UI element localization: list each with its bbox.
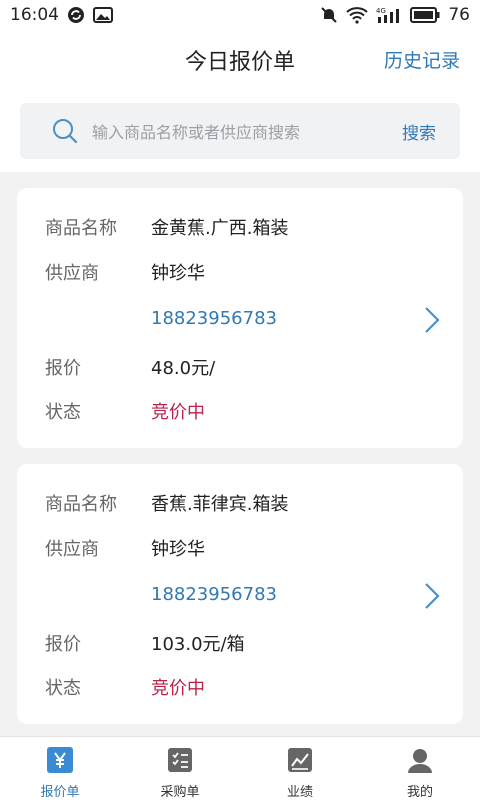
image-icon [93, 7, 113, 23]
phone-link[interactable]: 18823956783 [151, 584, 277, 605]
status-time: 16:04 [10, 5, 59, 25]
product-name: 金黄蕉.广西.箱装 [151, 218, 289, 239]
status-label: 状态 [45, 678, 81, 699]
chart-icon [285, 745, 315, 775]
search-section: 输入商品名称或者供应商搜索 搜索 [0, 90, 480, 172]
price-value: 48.0元/ [151, 358, 216, 379]
phone-link[interactable]: 18823956783 [151, 308, 277, 329]
product-label: 商品名称 [45, 494, 117, 515]
wifi-icon [346, 6, 369, 24]
tab-quotes[interactable]: 报价单 [0, 737, 120, 800]
status-badge: 竞价中 [151, 402, 205, 423]
product-row: 商品名称 香蕉.菲律宾.箱装 [45, 490, 288, 516]
product-name: 香蕉.菲律宾.箱装 [151, 494, 289, 515]
status-row: 状态 竞价中 [45, 674, 205, 700]
tab-label: 采购单 [160, 785, 200, 800]
user-icon [405, 745, 435, 775]
supplier-row: 供应商 钟珍华 [45, 535, 205, 561]
tab-mine[interactable]: 我的 [360, 737, 480, 800]
phone-row: 18823956783 [45, 584, 277, 605]
status-label: 状态 [45, 402, 81, 423]
supplier-row: 供应商 钟珍华 [45, 259, 205, 285]
price-label: 报价 [45, 358, 81, 379]
battery-icon [410, 7, 440, 23]
quote-card[interactable]: 商品名称 金黄蕉.广西.箱装 供应商 钟珍华 18823956783 报价 48… [17, 188, 463, 448]
yen-icon [45, 745, 75, 775]
supplier-label: 供应商 [45, 539, 99, 560]
price-row: 报价 103.0元/箱 [45, 630, 245, 656]
tab-label: 业绩 [286, 785, 313, 800]
bottom-tab-bar: 报价单 采购单 业绩 我的 [0, 736, 480, 800]
tab-label: 我的 [406, 785, 433, 800]
price-value: 103.0元/箱 [151, 634, 245, 655]
quote-card[interactable]: 商品名称 香蕉.菲律宾.箱装 供应商 钟珍华 18823956783 报价 10… [17, 464, 463, 724]
app-header: 今日报价单 历史记录 [0, 30, 480, 90]
tab-purchase[interactable]: 采购单 [120, 737, 240, 800]
tab-performance[interactable]: 业绩 [240, 737, 360, 800]
product-label: 商品名称 [45, 218, 117, 239]
price-label: 报价 [45, 634, 81, 655]
history-link[interactable]: 历史记录 [384, 46, 460, 73]
status-row: 状态 竞价中 [45, 398, 205, 424]
search-placeholder: 输入商品名称或者供应商搜索 [92, 123, 301, 142]
price-row: 报价 48.0元/ [45, 354, 215, 380]
search-input[interactable]: 输入商品名称或者供应商搜索 搜索 [20, 103, 460, 159]
signal-icon: 4G [376, 6, 402, 24]
chevron-right-icon[interactable] [423, 582, 441, 610]
chevron-right-icon[interactable] [423, 306, 441, 334]
sync-icon [67, 6, 85, 24]
search-button[interactable]: 搜索 [402, 119, 436, 144]
search-icon [52, 118, 78, 144]
status-bar: 16:04 4G 76 [0, 0, 480, 30]
supplier-name: 钟珍华 [151, 263, 205, 284]
mute-icon [320, 6, 338, 24]
status-badge: 竞价中 [151, 678, 205, 699]
supplier-label: 供应商 [45, 263, 99, 284]
svg-text:4G: 4G [376, 7, 386, 15]
checklist-icon [165, 745, 195, 775]
tab-label: 报价单 [40, 785, 80, 800]
supplier-name: 钟珍华 [151, 539, 205, 560]
battery-level: 76 [448, 5, 470, 25]
phone-row: 18823956783 [45, 308, 277, 329]
product-row: 商品名称 金黄蕉.广西.箱装 [45, 214, 288, 240]
